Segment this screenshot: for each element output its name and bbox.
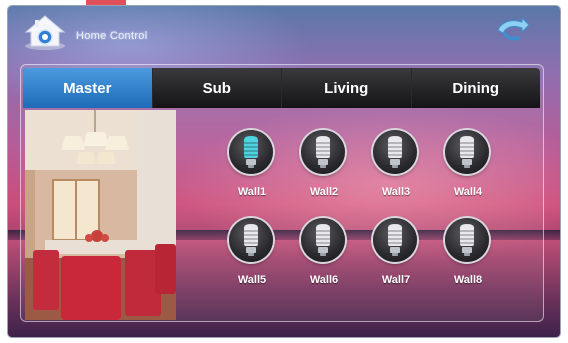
light-button-5[interactable]: Wall5	[222, 218, 282, 292]
light-button-label: Wall2	[309, 186, 339, 198]
light-button-4[interactable]: Wall4	[438, 130, 498, 204]
dining-room-photo	[25, 110, 176, 320]
light-grid: Wall1 Wall2 Wall3 Wall4 Wall5 Wall6 Wall7 Wall8	[222, 130, 502, 300]
light-button-label: Wall4	[453, 186, 483, 198]
bulb-icon	[229, 130, 273, 174]
home-icon[interactable]	[22, 12, 68, 52]
light-button-2[interactable]: Wall2	[294, 130, 354, 204]
room-tabs: Master Sub Living Dining	[23, 68, 540, 108]
light-button-label: Wall1	[237, 186, 267, 198]
app-title: Home Control	[76, 30, 148, 42]
light-button-6[interactable]: Wall6	[294, 218, 354, 292]
light-button-label: Wall5	[237, 274, 267, 286]
tab-master-label: Master	[63, 79, 112, 97]
light-button-label: Wall7	[381, 274, 411, 286]
bulb-icon	[445, 218, 489, 262]
light-button-7[interactable]: Wall7	[366, 218, 426, 292]
light-button-8[interactable]: Wall8	[438, 218, 498, 292]
bulb-icon	[301, 130, 345, 174]
light-button-1[interactable]: Wall1	[222, 130, 282, 204]
tab-master[interactable]: Master	[23, 68, 153, 108]
tab-sub-label: Sub	[202, 79, 231, 97]
return-arrow-icon[interactable]	[494, 16, 530, 44]
light-button-3[interactable]: Wall3	[366, 130, 426, 204]
tab-dining[interactable]: Dining	[412, 68, 541, 108]
light-button-label: Wall3	[381, 186, 411, 198]
bulb-icon	[301, 218, 345, 262]
bulb-icon	[229, 218, 273, 262]
light-button-label: Wall6	[309, 274, 339, 286]
tab-sub[interactable]: Sub	[153, 68, 282, 108]
tab-living[interactable]: Living	[282, 68, 412, 108]
bulb-icon	[373, 130, 417, 174]
bulb-icon	[445, 130, 489, 174]
tab-living-label: Living	[324, 79, 369, 97]
tab-dining-label: Dining	[452, 79, 500, 97]
light-button-label: Wall8	[453, 274, 483, 286]
bulb-icon	[373, 218, 417, 262]
